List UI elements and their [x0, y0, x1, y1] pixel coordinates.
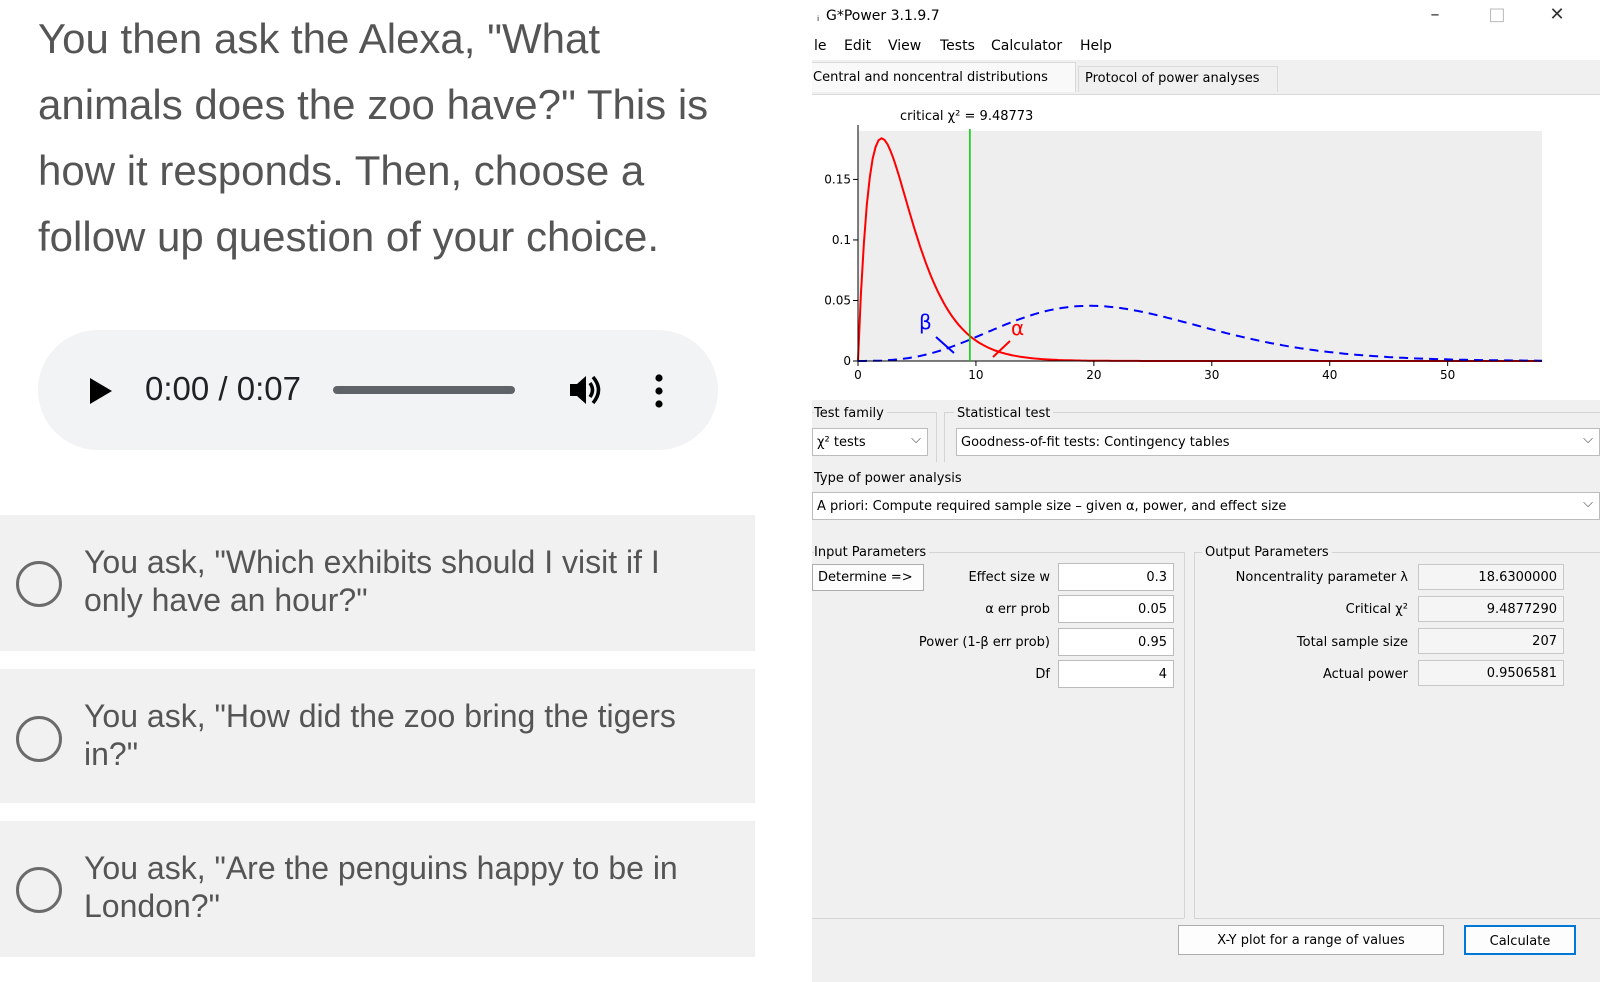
audio-time: 0:00 / 0:07	[145, 370, 301, 407]
beta-label: β	[919, 310, 932, 334]
menu-help[interactable]: Help	[1080, 38, 1112, 54]
volume-icon[interactable]	[568, 372, 606, 408]
menu-calculator[interactable]: Calculator	[991, 38, 1062, 54]
menu-edit[interactable]: Edit	[844, 38, 871, 54]
power-label: Power (1-β err prob)	[918, 635, 1050, 650]
tab-protocol[interactable]: Protocol of power analyses	[1078, 66, 1278, 92]
alpha-label: α	[1011, 316, 1024, 340]
survey-panel: You then ask the Alexa, "What animals do…	[0, 0, 790, 982]
test-family-select[interactable]: χ² tests ⌵	[812, 428, 928, 456]
minimize-icon[interactable]: –	[1420, 4, 1450, 25]
menu-bar: le Edit View Tests Calculator Help	[812, 34, 1600, 60]
statistical-test-select[interactable]: Goodness-of-fit tests: Contingency table…	[956, 428, 1600, 456]
test-family-label: Test family	[814, 406, 887, 421]
maximize-icon[interactable]: □	[1482, 4, 1512, 25]
df-input[interactable]: 4	[1058, 660, 1174, 688]
actual-power-label: Actual power	[1322, 667, 1408, 682]
y-tick-label: 0.15	[824, 172, 851, 186]
input-params-title: Input Parameters	[814, 545, 930, 560]
option-label: You ask, "Which exhibits should I visit …	[84, 544, 660, 618]
power-analysis-label: Type of power analysis	[814, 471, 962, 486]
actual-power-value: 0.9506581	[1418, 660, 1564, 686]
option-label: You ask, "Are the penguins happy to be i…	[84, 850, 678, 924]
audio-seek-bar[interactable]	[333, 386, 515, 394]
determine-button[interactable]: Determine =>	[812, 564, 924, 591]
answer-option-1[interactable]: You ask, "Which exhibits should I visit …	[0, 515, 755, 651]
x-tick-label: 20	[1086, 368, 1101, 382]
distribution-plot: 0 10 20 30 40 50 0 0.05 0.1 0.15 critical χ² = 9.4…	[812, 94, 1600, 400]
y-tick-label: 0.1	[832, 233, 851, 247]
menu-file[interactable]: le	[814, 38, 827, 54]
x-tick-label: 40	[1322, 368, 1337, 382]
question-text: You then ask the Alexa, "What animals do…	[38, 15, 709, 260]
menu-tests[interactable]: Tests	[940, 38, 975, 54]
chevron-down-icon: ⌵	[1583, 432, 1593, 447]
radio-button[interactable]	[16, 716, 62, 762]
chevron-down-icon: ⌵	[1583, 496, 1593, 511]
play-icon[interactable]	[88, 377, 114, 405]
alpha-err-input[interactable]: 0.05	[1058, 595, 1174, 623]
total-sample-size-value: 207	[1418, 628, 1564, 654]
y-tick-label: 0.05	[824, 293, 851, 307]
app-icon: ᵢ	[817, 10, 820, 24]
x-tick-label: 10	[968, 368, 983, 382]
effect-size-label: Effect size w	[968, 570, 1050, 585]
df-label: Df	[1035, 667, 1050, 682]
test-family-value: χ² tests	[817, 435, 866, 450]
window-title: G*Power 3.1.9.7	[826, 8, 940, 24]
more-vert-icon[interactable]	[650, 373, 668, 409]
answer-option-2[interactable]: You ask, "How did the zoo bring the tige…	[0, 669, 755, 803]
critical-chi2-value: 9.4877290	[1418, 596, 1564, 622]
noncentrality-value: 18.6300000	[1418, 564, 1564, 590]
gpower-window: ᵢ G*Power 3.1.9.7 – □ ✕ le Edit View Tes…	[812, 0, 1600, 982]
critical-chi2-label: Critical χ²	[1345, 602, 1408, 617]
radio-button[interactable]	[16, 867, 62, 913]
distribution-chart: 0 10 20 30 40 50 0 0.05 0.1 0.15 critical χ² = 9.4…	[824, 109, 1542, 382]
chevron-down-icon: ⌵	[911, 432, 921, 447]
tab-distributions[interactable]: Central and noncentral distributions	[812, 62, 1076, 92]
x-tick-label: 0	[854, 368, 862, 382]
x-tick-label: 50	[1440, 368, 1455, 382]
x-tick-label: 30	[1204, 368, 1219, 382]
noncentrality-label: Noncentrality parameter λ	[1235, 570, 1408, 585]
calculate-button[interactable]: Calculate	[1464, 925, 1576, 955]
power-analysis-select[interactable]: A priori: Compute required sample size –…	[812, 492, 1600, 520]
power-input[interactable]: 0.95	[1058, 628, 1174, 656]
output-params-title: Output Parameters	[1202, 545, 1332, 560]
statistical-test-value: Goodness-of-fit tests: Contingency table…	[961, 435, 1230, 450]
answer-option-3[interactable]: You ask, "Are the penguins happy to be i…	[0, 821, 755, 957]
statistical-test-label: Statistical test	[954, 406, 1054, 421]
close-icon[interactable]: ✕	[1542, 4, 1572, 25]
radio-button[interactable]	[16, 561, 62, 607]
menu-view[interactable]: View	[888, 38, 921, 54]
y-tick-label: 0	[843, 354, 851, 368]
option-label: You ask, "How did the zoo bring the tige…	[84, 698, 676, 772]
xy-plot-button[interactable]: X-Y plot for a range of values	[1178, 925, 1444, 955]
title-bar: ᵢ G*Power 3.1.9.7 – □ ✕	[812, 0, 1600, 34]
effect-size-input[interactable]: 0.3	[1058, 563, 1174, 591]
critical-value-label: critical χ² = 9.48773	[900, 109, 1033, 124]
alpha-err-label: α err prob	[985, 602, 1050, 617]
total-sample-size-label: Total sample size	[1296, 635, 1408, 650]
power-analysis-value: A priori: Compute required sample size –…	[817, 499, 1287, 514]
